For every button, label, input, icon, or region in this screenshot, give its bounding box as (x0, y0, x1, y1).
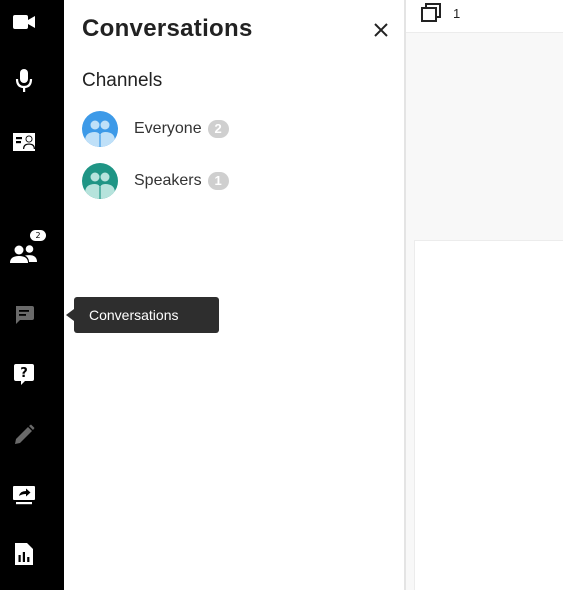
conversations-button[interactable] (8, 299, 40, 331)
participants-count-badge: 2 (30, 230, 46, 241)
contact-card-icon (13, 133, 35, 151)
tooltip-arrow (66, 309, 74, 321)
panel-title: Conversations (82, 15, 253, 42)
whiteboard-canvas[interactable] (414, 240, 563, 590)
channel-avatar (82, 163, 118, 199)
channel-avatar (82, 111, 118, 147)
screen-share-icon (13, 486, 35, 505)
contact-card-button[interactable] (8, 126, 40, 158)
close-icon (374, 23, 388, 37)
question-icon: ? (14, 364, 34, 385)
microphone-button[interactable] (8, 65, 40, 97)
conversations-panel: Conversations Channels Everyone 2 Speake… (64, 0, 404, 590)
left-toolbar: 2 ? (0, 0, 64, 590)
pencil-icon (15, 424, 35, 444)
channel-everyone[interactable]: Everyone 2 (82, 110, 382, 148)
microphone-icon (15, 69, 33, 92)
svg-text:?: ? (20, 366, 28, 381)
channel-name: Speakers (134, 172, 202, 189)
participants-button[interactable]: 2 (8, 230, 46, 270)
unread-count-badge: 1 (207, 172, 229, 190)
pages-icon (421, 3, 441, 22)
group-icon (82, 163, 118, 199)
channel-speakers[interactable]: Speakers 1 (82, 162, 382, 200)
close-panel-button[interactable] (369, 18, 393, 42)
participants-icon (10, 245, 37, 263)
main-content: 1 (406, 0, 563, 590)
content-header: 1 (406, 0, 563, 33)
polls-button[interactable] (8, 538, 40, 570)
unread-count-badge: 2 (207, 120, 229, 138)
camera-button[interactable] (8, 6, 40, 38)
share-screen-button[interactable] (8, 479, 40, 511)
app: 2 ? Conversations Conversations Channels… (0, 0, 563, 590)
questions-button[interactable]: ? (8, 358, 40, 390)
video-camera-icon (13, 15, 35, 29)
poll-chart-icon (15, 543, 33, 565)
pages-button[interactable] (420, 3, 442, 23)
channel-name: Everyone (134, 120, 202, 137)
chat-icon (16, 306, 34, 324)
group-icon (82, 111, 118, 147)
page-count: 1 (453, 6, 461, 21)
conversations-tooltip: Conversations (74, 297, 219, 333)
annotate-button[interactable] (8, 419, 40, 451)
channels-heading: Channels (82, 70, 163, 91)
